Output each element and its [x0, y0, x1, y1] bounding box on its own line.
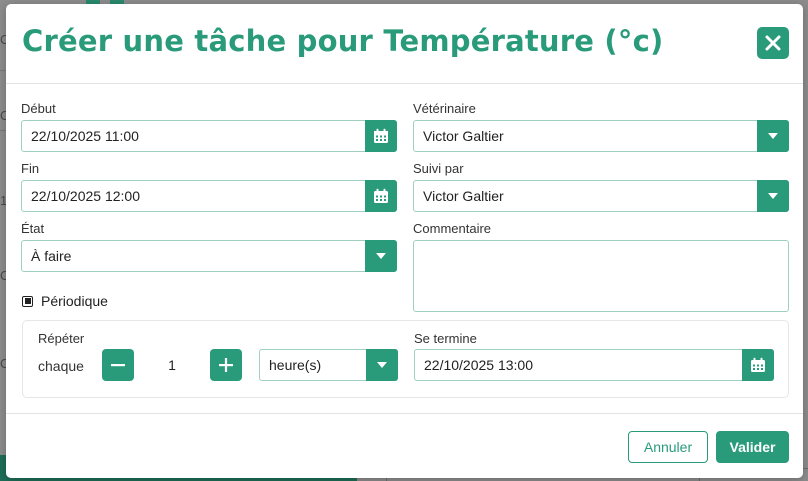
fin-date-field[interactable]: 22/10/2025 12:00: [21, 180, 397, 212]
fin-calendar-button[interactable]: [365, 180, 397, 212]
se-termine-date-field[interactable]: 22/10/2025 13:00: [414, 349, 774, 381]
dialog-footer-divider: [6, 413, 803, 414]
etat-select[interactable]: À faire: [21, 240, 397, 272]
se-termine-label: Se termine: [414, 331, 477, 346]
periodique-checkbox-row[interactable]: Périodique: [22, 293, 108, 309]
suivi-par-dropdown-button[interactable]: [757, 180, 789, 212]
chevron-down-icon: [768, 193, 778, 199]
debut-date-value: 22/10/2025 11:00: [31, 128, 139, 144]
debut-label: Début: [21, 101, 56, 116]
se-termine-calendar-button[interactable]: [742, 349, 774, 381]
veterinaire-select[interactable]: Victor Galtier: [413, 120, 789, 152]
repeter-label: Répéter: [38, 331, 85, 346]
checkbox-checked-mark: [24, 298, 31, 304]
chaque-label: chaque: [38, 358, 84, 374]
chevron-down-icon: [768, 133, 778, 139]
fin-label: Fin: [21, 161, 40, 176]
suivi-par-value: Victor Galtier: [423, 188, 504, 204]
veterinaire-label: Vétérinaire: [413, 101, 476, 116]
validate-button[interactable]: Valider: [716, 431, 789, 463]
calendar-icon: [374, 128, 388, 143]
se-termine-date-value: 22/10/2025 13:00: [424, 357, 533, 373]
unit-select[interactable]: heure(s): [259, 349, 398, 381]
calendar-icon: [751, 357, 765, 372]
increment-button[interactable]: [210, 349, 242, 381]
periodic-settings-panel: Répéter chaque 1 heure(s) Se termine 22/: [22, 320, 789, 398]
debut-calendar-button[interactable]: [365, 120, 397, 152]
dialog-title: Créer une tâche pour Température (°c): [22, 24, 664, 58]
cancel-button[interactable]: Annuler: [628, 431, 708, 463]
suivi-par-select[interactable]: Victor Galtier: [413, 180, 789, 212]
interval-input[interactable]: 1: [134, 357, 210, 373]
debut-date-field[interactable]: 22/10/2025 11:00: [21, 120, 397, 152]
periodique-label: Périodique: [41, 293, 108, 309]
unit-dropdown-button[interactable]: [366, 349, 398, 381]
create-task-dialog: Créer une tâche pour Température (°c) Dé…: [6, 4, 803, 478]
commentaire-textarea[interactable]: [413, 240, 789, 312]
etat-label: État: [21, 221, 45, 236]
etat-dropdown-button[interactable]: [365, 240, 397, 272]
dialog-header: Créer une tâche pour Température (°c): [6, 4, 803, 84]
chevron-down-icon: [376, 253, 386, 259]
close-icon: [765, 35, 781, 51]
suivi-par-label: Suivi par: [413, 161, 464, 176]
veterinaire-value: Victor Galtier: [423, 128, 504, 144]
fin-date-value: 22/10/2025 12:00: [31, 188, 140, 204]
periodique-checkbox[interactable]: [22, 295, 33, 307]
chevron-down-icon: [377, 362, 387, 368]
veterinaire-dropdown-button[interactable]: [757, 120, 789, 152]
commentaire-label: Commentaire: [413, 221, 492, 236]
unit-value: heure(s): [269, 357, 322, 373]
etat-value: À faire: [31, 248, 72, 264]
calendar-icon: [374, 188, 388, 203]
plus-icon: [219, 358, 233, 372]
minus-icon: [111, 364, 125, 367]
close-button[interactable]: [757, 27, 789, 59]
decrement-button[interactable]: [102, 349, 134, 381]
